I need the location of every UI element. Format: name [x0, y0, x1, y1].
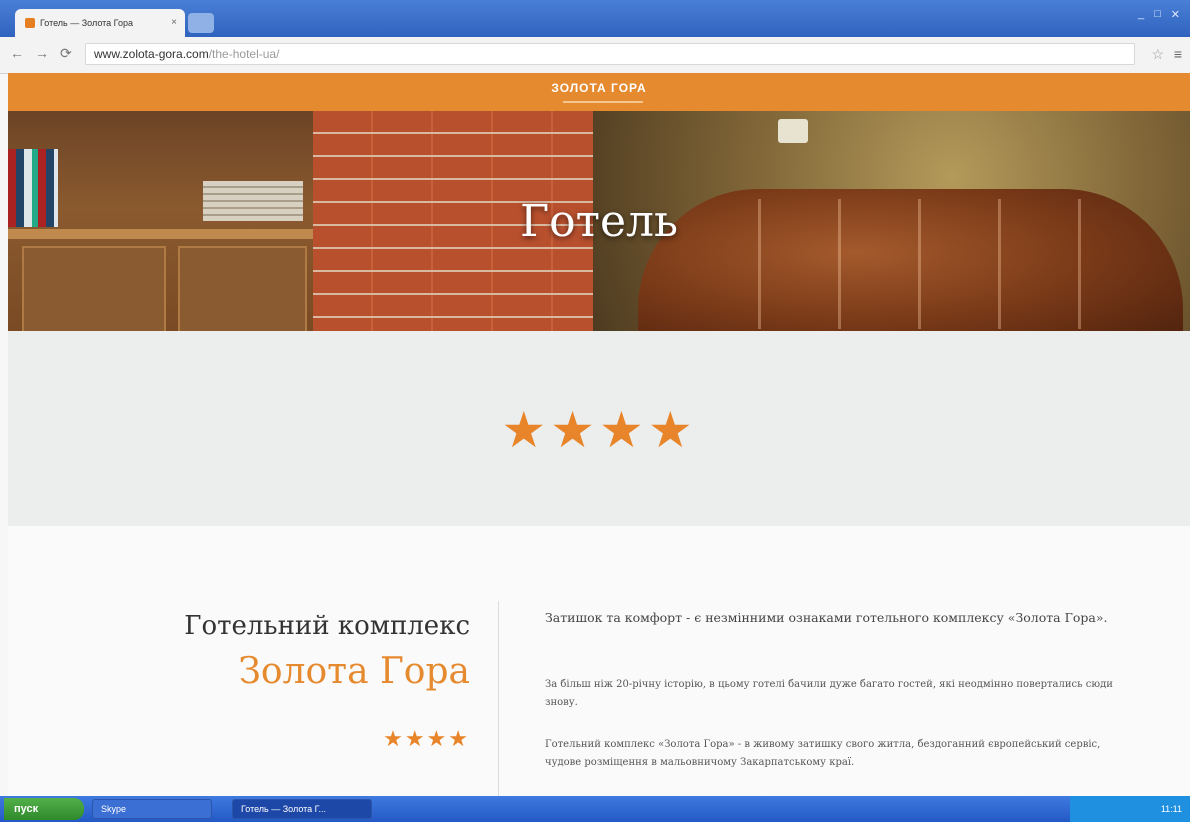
- os-taskbar: пуск Skype Готель — Золота Г... 11:11: [0, 796, 1190, 822]
- logo-underline: [563, 101, 643, 103]
- taskbar-item-skype[interactable]: Skype: [92, 799, 212, 819]
- site-header: ЗОЛОТА ГОРА: [8, 73, 1190, 111]
- intro-paragraph-1: Затишок та комфорт - є незмінними ознака…: [545, 610, 1108, 625]
- reload-icon[interactable]: ⟳: [60, 45, 72, 62]
- page-title: Готель: [520, 196, 678, 247]
- browser-tab[interactable]: Готель — Золота Гора ×: [15, 9, 185, 37]
- browser-menu-icon[interactable]: ≡: [1174, 46, 1182, 62]
- hotel-stars-icon: ★★★★: [383, 726, 470, 751]
- maximize-icon[interactable]: □: [1154, 8, 1161, 21]
- system-tray: 11:11: [1070, 796, 1190, 822]
- url-host: www.zolota-gora.com: [94, 47, 209, 61]
- hotel-name-heading: Золота Гора: [238, 651, 471, 692]
- light-switch-image: [778, 119, 808, 143]
- rating-band: ★★★★: [8, 331, 1190, 526]
- hero-banner: Готель: [8, 111, 1190, 331]
- taskbar-item-browser[interactable]: Готель — Золота Г...: [232, 799, 372, 819]
- close-window-icon[interactable]: ✕: [1171, 8, 1180, 21]
- intro-paragraph-2: За більш ніж 20-річну історію, в цьому г…: [545, 679, 1113, 708]
- address-bar[interactable]: www.zolota-gora.com/the-hotel-ua/: [85, 43, 1135, 65]
- start-button[interactable]: пуск: [4, 798, 84, 820]
- window-controls: _ □ ✕: [1138, 8, 1180, 21]
- forward-icon[interactable]: →: [35, 45, 49, 61]
- clock: 11:11: [1160, 804, 1182, 814]
- intro-paragraph-3: Готельний комплекс «Золота Гора» - в жив…: [545, 739, 1101, 768]
- hotel-type-heading: Готельний комплекс: [184, 611, 470, 641]
- rating-stars-icon: ★★★★: [501, 402, 697, 458]
- new-tab-button[interactable]: [188, 13, 214, 33]
- back-icon[interactable]: ←: [10, 45, 24, 61]
- favicon-icon: [25, 18, 35, 28]
- browser-titlebar: Готель — Золота Гора × _ □ ✕: [0, 0, 1190, 37]
- cabinet-door-left: [22, 246, 166, 331]
- intro-section: Готельний комплекс Золота Гора ★★★★ Зати…: [8, 526, 1190, 801]
- bookmark-star-icon[interactable]: ☆: [1151, 46, 1164, 63]
- column-divider: [498, 601, 499, 801]
- url-path: /the-hotel-ua/: [208, 47, 280, 61]
- minimize-icon[interactable]: _: [1138, 8, 1144, 21]
- browser-toolbar: ← → ⟳ www.zolota-gora.com/the-hotel-ua/ …: [0, 37, 1190, 74]
- cabinet-door-right: [178, 246, 307, 331]
- tab-close-icon[interactable]: ×: [171, 17, 177, 28]
- site-logo[interactable]: ЗОЛОТА ГОРА: [8, 81, 1190, 95]
- tab-title: Готель — Золота Гора: [40, 18, 133, 28]
